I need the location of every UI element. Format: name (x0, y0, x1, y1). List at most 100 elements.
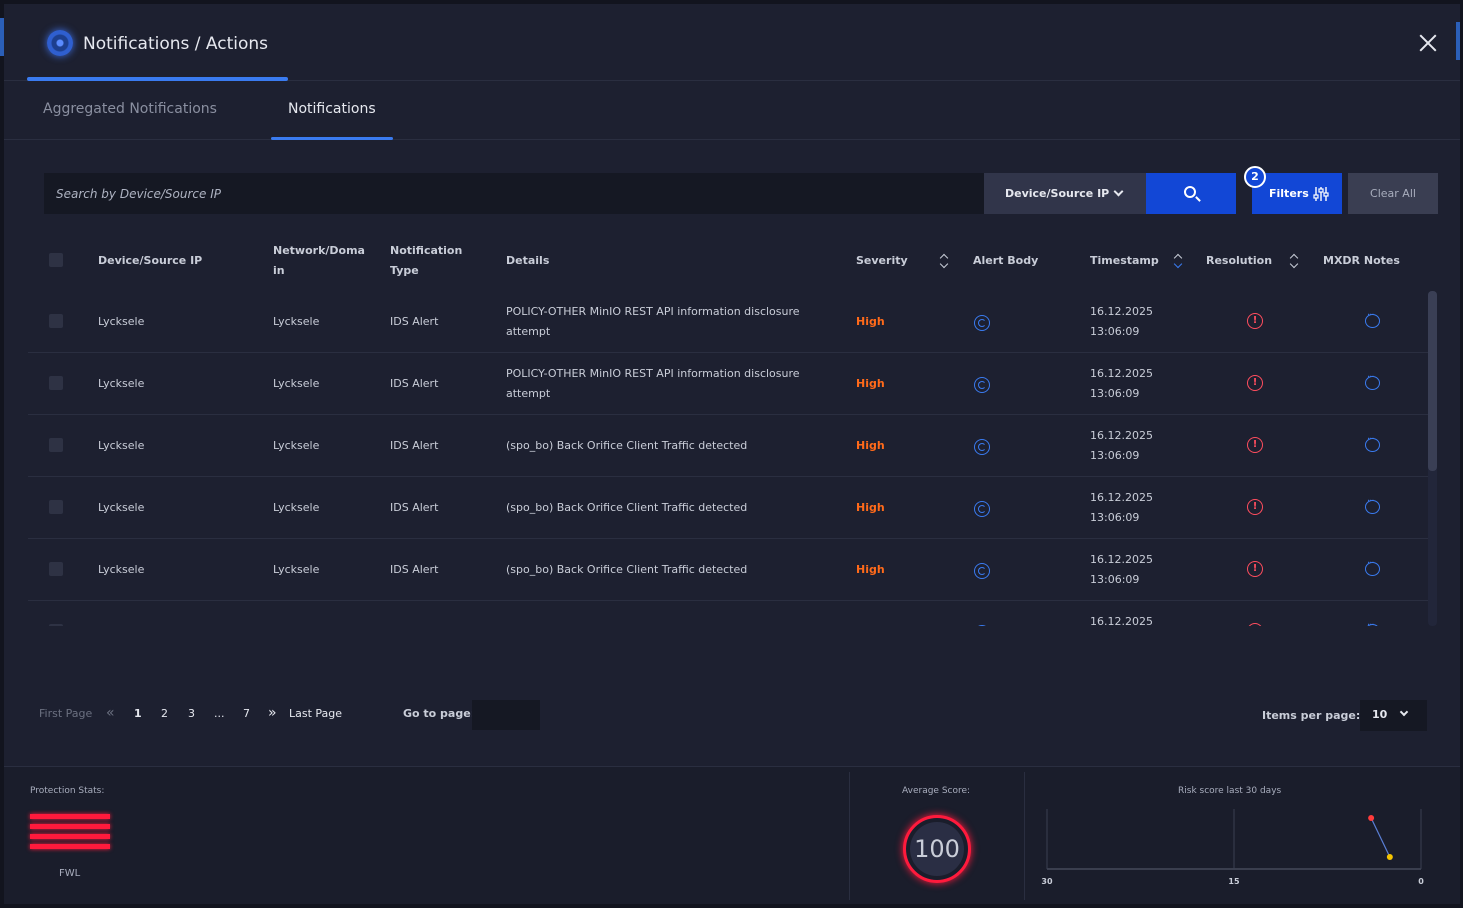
cell-time: 13:06:09 (1090, 573, 1140, 586)
mxdr-notes-icon[interactable] (1365, 372, 1380, 390)
chart-point (1386, 854, 1393, 860)
cell-timestamp: 16.12.2025 13:06:09 (1090, 550, 1153, 590)
double-chevron-right-icon[interactable]: » (268, 705, 277, 721)
mxdr-notes-icon[interactable] (1365, 558, 1380, 576)
row-checkbox[interactable] (49, 376, 63, 390)
sort-severity-icon[interactable] (939, 252, 949, 270)
cell-details: POLICY-OTHER MinIO REST API information … (506, 364, 800, 404)
average-score-value: 100 (914, 835, 960, 863)
row-checkbox[interactable] (49, 562, 63, 576)
select-all-checkbox[interactable] (49, 253, 63, 267)
first-page-link[interactable]: First Page (39, 707, 92, 720)
table-row[interactable]: Lycksele Lycksele IDS Alert (spo_bo) Bac… (28, 477, 1428, 539)
tab-notifications[interactable]: Notifications (288, 101, 376, 117)
protection-stats-footer: Protection Stats: FWL Average Score: 100… (4, 766, 1460, 904)
cell-network: Lycksele (273, 315, 320, 328)
mxdr-notes-icon[interactable] (1365, 434, 1380, 452)
page-3[interactable]: 3 (188, 707, 195, 720)
cell-type: IDS Alert (390, 563, 439, 576)
cell-details: (spo_bo) Back Orifice Client Traffic det… (506, 439, 748, 452)
items-per-page-select[interactable]: 10 (1360, 700, 1427, 731)
mxdr-notes-icon[interactable] (1365, 496, 1380, 514)
search-field-select[interactable]: Device/Source IP (984, 173, 1146, 214)
sort-timestamp-icon[interactable] (1173, 252, 1183, 270)
page-2[interactable]: 2 (161, 707, 168, 720)
clear-all-button[interactable]: Clear All (1348, 173, 1438, 214)
resolution-alert-icon[interactable]: ! (1247, 561, 1263, 577)
mxdr-notes-icon[interactable] (1365, 310, 1380, 328)
resolution-alert-icon[interactable]: ! (1247, 375, 1263, 391)
page-1[interactable]: 1 (134, 707, 142, 720)
row-checkbox[interactable] (49, 500, 63, 514)
col-device-source-ip[interactable]: Device/Source IP (98, 251, 202, 271)
col-mxdr-notes[interactable]: MXDR Notes (1323, 251, 1400, 271)
cell-details: (spo_bo) Back Orifice Client Traffic det… (506, 501, 748, 514)
row-checkbox[interactable] (49, 438, 63, 452)
chevron-down-icon (1113, 186, 1124, 197)
cell-type: IDS Alert (390, 377, 439, 390)
table-body: Lycksele Lycksele IDS Alert POLICY-OTHER… (28, 291, 1428, 626)
row-checkbox[interactable] (49, 314, 63, 328)
risk-chart-title: Risk score last 30 days (1178, 786, 1282, 796)
fwl-bar (30, 844, 110, 849)
cell-timestamp: 16.12.2025 13:06:09 (1090, 426, 1153, 466)
alert-body-icon[interactable] (974, 377, 990, 393)
cell-severity: High (856, 439, 885, 452)
cell-type: IDS Alert (390, 439, 439, 452)
goto-page-input[interactable] (472, 700, 540, 730)
scrollbar-thumb[interactable] (1428, 291, 1437, 471)
alert-body-icon[interactable] (974, 439, 990, 455)
last-page-link[interactable]: Last Page (289, 707, 342, 720)
cell-date: 16.12.2025 (1090, 491, 1153, 504)
table-row[interactable]: Lycksele Lycksele IDS Alert POLICY-OTHER… (28, 291, 1428, 353)
col-alert-body[interactable]: Alert Body (973, 251, 1038, 271)
cell-device: Lycksele (98, 315, 145, 328)
alert-body-icon[interactable] (974, 563, 990, 579)
col-severity[interactable]: Severity (856, 251, 908, 271)
table-row[interactable]: Lycksele Lycksele IDS Alert (spo_bo) Bac… (28, 415, 1428, 477)
cell-device: Lycksele (98, 439, 145, 452)
table-row[interactable]: Lycksele Lycksele IDS Alert POLICY-OTHER… (28, 353, 1428, 415)
row-checkbox[interactable] (49, 624, 63, 626)
alert-body-icon[interactable] (974, 315, 990, 331)
items-per-page-value: 10 (1372, 708, 1388, 721)
notifications-modal: Notifications / Actions Aggregated Notif… (4, 4, 1460, 904)
sliders-icon (1313, 187, 1329, 201)
cell-network: Lycksele (273, 501, 320, 514)
col-resolution[interactable]: Resolution (1206, 251, 1272, 271)
col-timestamp[interactable]: Timestamp (1090, 251, 1159, 271)
cell-network: Lycksele (273, 439, 320, 452)
table-row[interactable]: Lycksele Lycksele IDS Alert (spo_bo) Bac… (28, 539, 1428, 601)
search-button[interactable] (1146, 173, 1236, 214)
cell-device: Lycksele (98, 563, 145, 576)
resolution-alert-icon[interactable]: ! (1247, 623, 1263, 626)
table-scrollbar[interactable] (1428, 291, 1437, 626)
sort-resolution-icon[interactable] (1289, 252, 1299, 270)
col-details[interactable]: Details (506, 251, 549, 271)
mxdr-notes-icon[interactable] (1365, 620, 1380, 626)
tab-aggregated-notifications[interactable]: Aggregated Notifications (43, 101, 217, 117)
resolution-alert-icon[interactable]: ! (1247, 437, 1263, 453)
col-notification-type[interactable]: Notification Type (390, 241, 462, 281)
items-per-page-label: Items per page: (1262, 709, 1361, 722)
cell-details-line2: attempt (506, 387, 551, 400)
col-network-domain[interactable]: Network/Doma in (273, 241, 365, 281)
modal-edge-accent (1456, 22, 1460, 60)
cell-device: Lycksele (98, 501, 145, 514)
page-7[interactable]: 7 (243, 707, 250, 720)
alert-body-icon[interactable] (974, 625, 990, 626)
cell-type: IDS Alert (390, 501, 439, 514)
double-chevron-left-icon[interactable]: « (106, 705, 115, 721)
resolution-alert-icon[interactable]: ! (1247, 499, 1263, 515)
cell-severity: High (856, 377, 885, 390)
footer-divider (1024, 772, 1025, 900)
table-header: Device/Source IP Network/Doma in Notifica… (28, 236, 1428, 288)
tab-bar: Aggregated Notifications Notifications (4, 81, 1460, 140)
alert-body-icon[interactable] (974, 501, 990, 517)
cell-date: 16.12.2025 (1090, 553, 1153, 566)
close-icon[interactable] (1416, 32, 1440, 56)
resolution-alert-icon[interactable]: ! (1247, 313, 1263, 329)
search-input[interactable] (44, 173, 984, 214)
table-row[interactable]: 16.12.2025 ! (28, 601, 1428, 626)
fwl-label: FWL (59, 868, 81, 879)
